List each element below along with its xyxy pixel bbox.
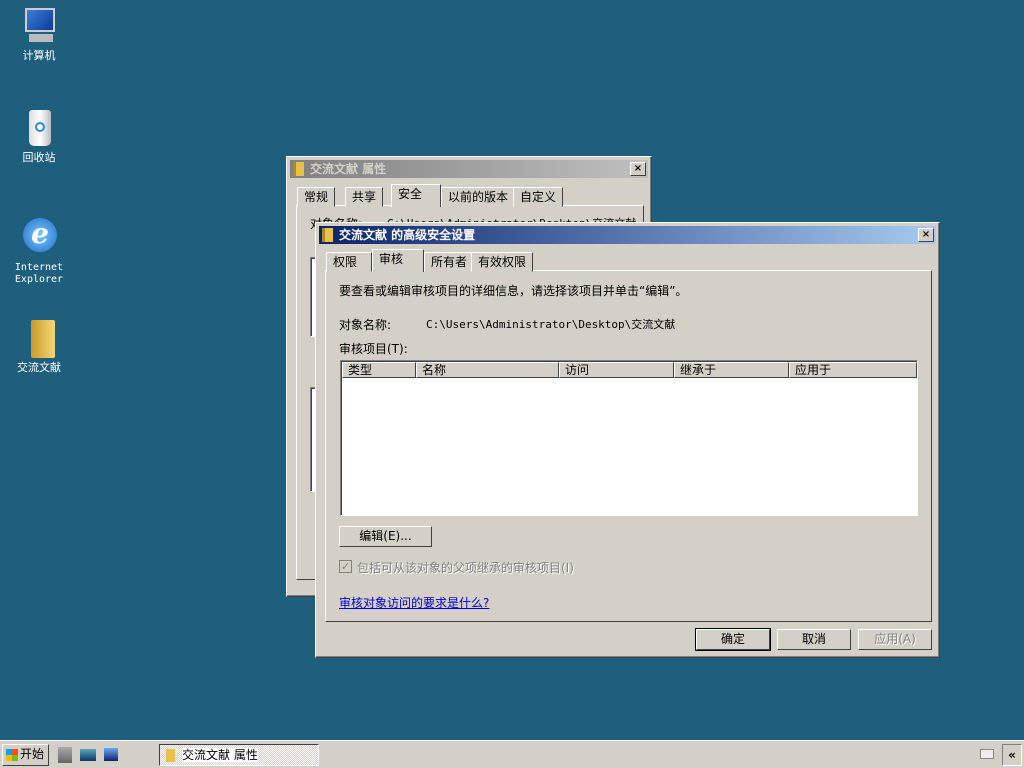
column-header-inherited-from[interactable]: 继承于 — [674, 362, 789, 378]
desktop-icon-label: 交流文献 — [17, 361, 61, 374]
desktop-icon-ie[interactable]: e Internet Explorer — [4, 214, 74, 286]
desktop-icon-computer[interactable]: 计算机 — [4, 6, 74, 62]
tab-sharing[interactable]: 共享 — [345, 187, 384, 207]
windows-logo-icon — [6, 749, 18, 761]
tab-auditing[interactable]: 审核 — [372, 249, 424, 272]
window-title: 交流文献 的高级安全设置 — [339, 228, 476, 242]
start-button[interactable]: 开始 — [2, 744, 49, 766]
folder-icon — [166, 749, 175, 762]
column-header-apply-to[interactable]: 应用于 — [789, 362, 917, 378]
desktop-icon-folder[interactable]: 交流文献 — [4, 318, 74, 374]
taskbar-item-label: 交流文献 属性 — [182, 748, 258, 762]
taskbar: 开始 交流文献 属性 « — [0, 740, 1024, 768]
advanced-security-window: 交流文献 的高级安全设置 × 权限 审核 所有者 有效权限 要查看或编辑审核项目… — [315, 222, 940, 658]
folder-icon — [19, 318, 59, 358]
apply-button[interactable]: 应用(A) — [858, 629, 932, 650]
computer-icon — [19, 6, 59, 46]
inherit-checkbox[interactable]: ✓ — [339, 560, 352, 573]
desktop-icon-label: 回收站 — [22, 151, 56, 164]
column-header-name[interactable]: 名称 — [416, 362, 559, 378]
tab-general[interactable]: 常规 — [297, 187, 336, 207]
desktop-icon-label: 计算机 — [22, 49, 56, 62]
tab-customize[interactable]: 自定义 — [513, 187, 564, 207]
object-name-value: C:\Users\Administrator\Desktop\交流文献 — [426, 318, 676, 331]
cancel-button[interactable]: 取消 — [777, 629, 851, 650]
powershell-icon[interactable] — [104, 748, 118, 761]
taskbar-item-properties[interactable]: 交流文献 属性 — [159, 744, 319, 766]
column-header-type[interactable]: 类型 — [342, 362, 416, 378]
audit-help-link[interactable]: 审核对象访问的要求是什么? — [339, 594, 489, 611]
internet-explorer-icon: e — [19, 214, 59, 254]
advanced-title-bar[interactable]: 交流文献 的高级安全设置 × — [319, 226, 936, 244]
show-hidden-icons-button[interactable]: « — [1002, 744, 1022, 766]
tab-owner[interactable]: 所有者 — [424, 252, 475, 272]
folder-icon — [293, 162, 304, 176]
column-header-access[interactable]: 访问 — [559, 362, 674, 378]
window-title: 交流文献 属性 — [310, 162, 387, 176]
tab-previous-versions[interactable]: 以前的版本 — [441, 187, 516, 207]
inherit-checkbox-label: 包括可从该对象的父项继承的审核项目(I) — [357, 561, 574, 575]
instruction-text: 要查看或编辑审核项目的详细信息，请选择该项目并单击“编辑”。 — [339, 284, 688, 298]
tab-permissions[interactable]: 权限 — [326, 252, 372, 272]
close-button[interactable]: × — [918, 228, 934, 242]
properties-title-bar[interactable]: 交流文献 属性 × — [290, 160, 648, 178]
ok-button[interactable]: 确定 — [695, 628, 771, 651]
audit-entries-label: 审核项目(T): — [339, 342, 408, 356]
audit-entries-list[interactable]: 类型 名称 访问 继承于 应用于 — [340, 360, 918, 516]
object-name-label: 对象名称: — [339, 318, 392, 332]
desktop-icon-label: Internet Explorer — [14, 262, 64, 285]
desktop-icon-recycle-bin[interactable]: 回收站 — [4, 108, 74, 164]
start-label: 开始 — [19, 747, 44, 761]
show-desktop-icon[interactable] — [80, 749, 96, 761]
keyboard-icon[interactable] — [980, 749, 994, 759]
server-manager-icon[interactable] — [58, 747, 72, 763]
close-button[interactable]: × — [630, 162, 646, 176]
edit-button[interactable]: 编辑(E)... — [339, 526, 432, 547]
tab-security[interactable]: 安全 — [391, 184, 441, 207]
tab-effective-permissions[interactable]: 有效权限 — [471, 252, 534, 272]
folder-icon — [322, 228, 333, 242]
recycle-bin-icon — [19, 108, 59, 148]
